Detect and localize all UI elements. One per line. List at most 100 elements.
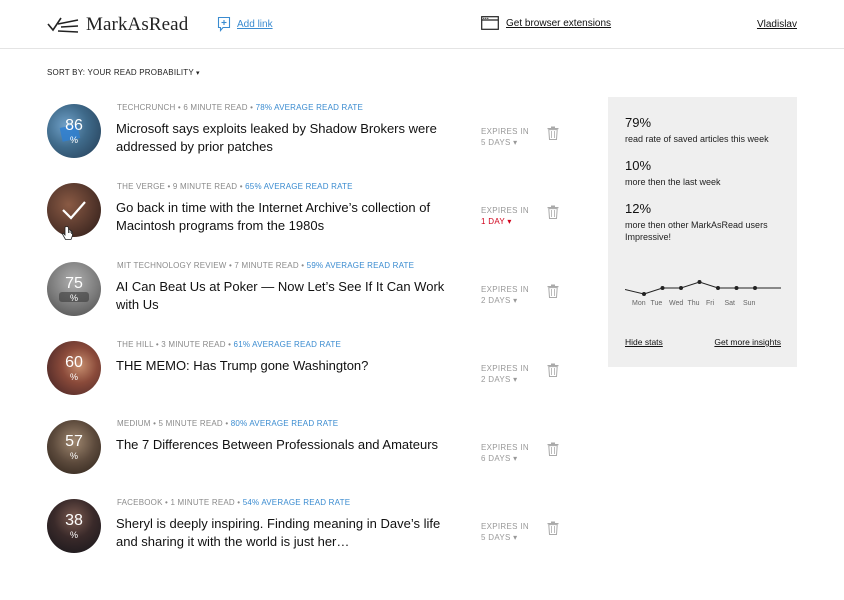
weekday-label-sat: Sat (724, 300, 736, 307)
expires-label: EXPIRES IN (481, 443, 529, 452)
logo[interactable]: MarkAsRead (47, 14, 188, 36)
expiry-dropdown[interactable]: EXPIRES IN 1 DAY ▾ (481, 205, 529, 227)
article-item[interactable]: 57 % MEDIUM • 5 MINUTE READ • 80% AVERAG… (47, 416, 567, 495)
sort-dropdown[interactable]: SORT BY: YOUR READ PROBABILITY ▾ (47, 68, 200, 77)
article-read-time: 1 MINUTE READ (170, 498, 235, 507)
sparkline-point-wed (679, 286, 683, 290)
article-source: FACEBOOK (117, 498, 163, 507)
article-item[interactable]: 75 % MIT TECHNOLOGY REVIEW • 7 MINUTE RE… (47, 258, 567, 337)
expiry-dropdown[interactable]: EXPIRES IN 6 DAYS ▾ (481, 442, 529, 464)
percent-sign: % (69, 451, 78, 461)
article-item[interactable]: 38 % FACEBOOK • 1 MINUTE READ • 54% AVER… (47, 495, 567, 574)
hide-stats-link[interactable]: Hide stats (625, 337, 663, 347)
stat-description: more then other MarkAsRead users Impress… (625, 220, 768, 242)
expiry-dropdown[interactable]: EXPIRES IN 2 DAYS ▾ (481, 284, 529, 306)
sparkline-line (643, 281, 781, 295)
read-probability-value: 75 (65, 275, 83, 292)
weekday-label-tue: Tue (650, 300, 663, 307)
user-menu-link[interactable]: Vladislav (757, 19, 797, 30)
add-icon (217, 16, 231, 32)
article-title[interactable]: THE MEMO: Has Trump gone Washington? (116, 357, 456, 375)
article-thumbnail[interactable]: 75 % (47, 262, 101, 316)
article-read-rate: 61% AVERAGE READ RATE (233, 340, 342, 349)
article-item[interactable]: THE VERGE • 9 MINUTE READ • 65% AVERAGE … (47, 179, 567, 258)
sparkline-point-fri (716, 286, 720, 290)
trash-icon[interactable] (547, 284, 559, 303)
expiry-dropdown[interactable]: EXPIRES IN 2 DAYS ▾ (481, 363, 529, 385)
weekday-label-fri: Fri (706, 300, 715, 307)
top-header: MarkAsRead Add link Get browser extensio… (0, 0, 844, 49)
article-read-rate: 80% AVERAGE READ RATE (230, 419, 339, 428)
article-meta: THE HILL • 3 MINUTE READ • 61% AVERAGE R… (117, 340, 342, 349)
add-link-button[interactable]: Add link (217, 16, 273, 32)
trash-icon[interactable] (547, 363, 559, 382)
article-meta: TECHCRUNCH • 6 MINUTE READ • 78% AVERAGE… (117, 103, 364, 112)
stat-vs-other-users: 12% more then other MarkAsRead users Imp… (625, 201, 790, 243)
article-title[interactable]: Sheryl is deeply inspiring. Finding mean… (116, 515, 456, 551)
trash-icon[interactable] (547, 521, 559, 540)
expires-label: EXPIRES IN (481, 285, 529, 294)
expires-label: EXPIRES IN (481, 522, 529, 531)
read-probability-value: 57 (65, 433, 83, 450)
stat-value: 79% (625, 115, 652, 130)
stat-description: more then the last week (625, 177, 721, 187)
browser-extensions-label: Get browser extensions (506, 17, 612, 29)
stat-description: read rate of saved articles this week (625, 134, 769, 144)
expires-value: 5 DAYS ▾ (481, 533, 518, 542)
article-item[interactable]: 86 % TECHCRUNCH • 6 MINUTE READ • 78% AV… (47, 100, 567, 179)
expires-value: 2 DAYS ▾ (481, 296, 518, 305)
browser-extensions-link[interactable]: Get browser extensions (481, 16, 611, 30)
article-meta: MIT TECHNOLOGY REVIEW • 7 MINUTE READ • … (117, 261, 415, 270)
article-read-time: 3 MINUTE READ (161, 340, 226, 349)
article-read-rate: 54% AVERAGE READ RATE (242, 498, 351, 507)
article-read-time: 6 MINUTE READ (183, 103, 248, 112)
weekday-label-thu: Thu (687, 300, 700, 307)
read-probability-value: 60 (65, 354, 83, 371)
article-read-rate: 59% AVERAGE READ RATE (306, 261, 415, 270)
article-thumbnail[interactable] (47, 183, 101, 237)
article-read-rate: 78% AVERAGE READ RATE (255, 103, 364, 112)
stat-vs-last-week: 10% more then the last week (625, 158, 790, 188)
article-thumbnail[interactable]: 38 % (47, 499, 101, 553)
article-title[interactable]: The 7 Differences Between Professionals … (116, 436, 456, 454)
article-read-time: 5 MINUTE READ (158, 419, 223, 428)
read-probability-value: 86 (65, 117, 83, 134)
article-thumbnail[interactable]: 86 % (47, 104, 101, 158)
percent-sign: % (69, 372, 78, 382)
weekly-sparkline (625, 280, 781, 296)
hand-cursor-icon (62, 226, 73, 240)
article-title[interactable]: Microsoft says exploits leaked by Shadow… (116, 120, 456, 156)
percent-sign: % (69, 293, 78, 303)
article-read-rate: 65% AVERAGE READ RATE (245, 182, 353, 191)
sparkline-point-tue (660, 286, 665, 290)
trash-icon[interactable] (547, 442, 559, 461)
chevron-down-icon: ▾ (195, 70, 200, 77)
stat-value: 12% (625, 201, 652, 216)
article-title[interactable]: AI Can Beat Us at Poker — Now Let’s See … (116, 278, 456, 314)
article-list: 86 % TECHCRUNCH • 6 MINUTE READ • 78% AV… (47, 100, 567, 574)
article-thumbnail[interactable]: 60 % (47, 341, 101, 395)
article-item[interactable]: 60 % THE HILL • 3 MINUTE READ • 61% AVER… (47, 337, 567, 416)
checkmark-icon (62, 201, 86, 220)
expires-value: 1 DAY ▾ (481, 217, 512, 226)
article-meta: FACEBOOK • 1 MINUTE READ • 54% AVERAGE R… (117, 498, 351, 507)
article-thumbnail[interactable]: 57 % (47, 420, 101, 474)
stat-value: 10% (625, 158, 652, 173)
article-source: MIT TECHNOLOGY REVIEW (117, 261, 227, 270)
trash-icon[interactable] (547, 126, 559, 145)
get-insights-link[interactable]: Get more insights (714, 337, 781, 347)
sparkline-point-thu (697, 280, 702, 284)
trash-icon[interactable] (547, 205, 559, 224)
stat-weekly-read-rate: 79% read rate of saved articles this wee… (625, 115, 790, 145)
expires-label: EXPIRES IN (481, 364, 529, 373)
weekday-label-sun: Sun (743, 300, 756, 307)
expires-label: EXPIRES IN (481, 127, 529, 136)
expiry-dropdown[interactable]: EXPIRES IN 5 DAYS ▾ (481, 521, 529, 543)
article-source: TECHCRUNCH (117, 103, 176, 112)
article-source: MEDIUM (117, 419, 151, 428)
article-read-time: 9 MINUTE READ (172, 182, 238, 191)
expires-value: 5 DAYS ▾ (481, 138, 518, 147)
expiry-dropdown[interactable]: EXPIRES IN 5 DAYS ▾ (481, 126, 529, 148)
article-title[interactable]: Go back in time with the Internet Archiv… (116, 199, 456, 235)
expires-value: 6 DAYS ▾ (481, 454, 518, 463)
